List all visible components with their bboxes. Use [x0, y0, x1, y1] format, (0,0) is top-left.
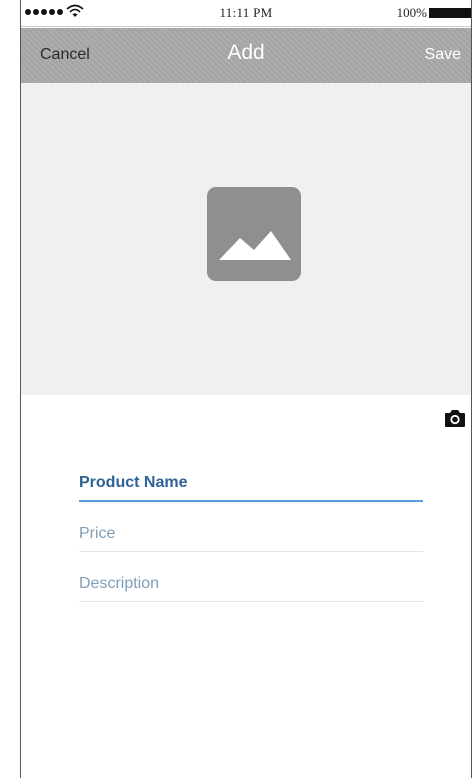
image-placeholder-icon [207, 187, 301, 281]
status-bar: 11:11 PM 100% [21, 0, 471, 27]
description-field-container [79, 552, 423, 602]
battery-percent: 100% [396, 5, 427, 20]
product-name-field-container [79, 450, 423, 502]
cancel-button[interactable]: Cancel [40, 46, 90, 64]
save-button[interactable]: Save [425, 46, 461, 64]
product-form [79, 450, 423, 602]
camera-icon[interactable] [444, 408, 466, 428]
navigation-bar: Cancel Add Save [21, 28, 471, 83]
price-field-container [79, 502, 423, 552]
product-name-input[interactable] [79, 474, 423, 492]
price-input[interactable] [79, 525, 423, 543]
battery-icon [429, 8, 471, 18]
phone-screen: 11:11 PM 100% Cancel Add Save [20, 0, 472, 778]
product-image-area[interactable] [21, 83, 471, 395]
description-input[interactable] [79, 575, 423, 593]
